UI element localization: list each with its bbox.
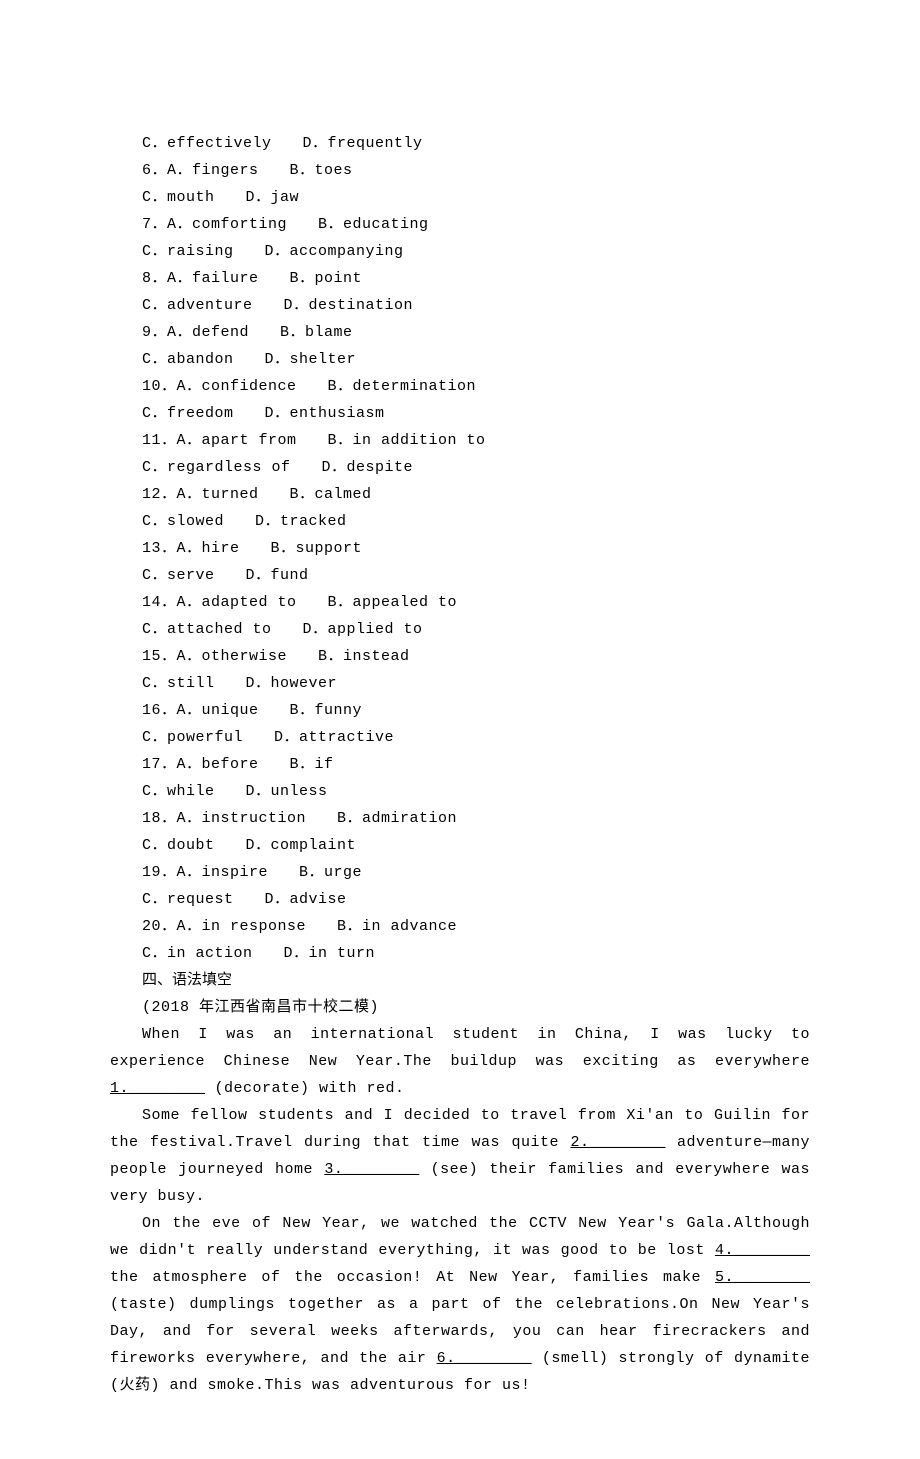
question-14-row2: C．attached to D．applied to (110, 616, 810, 643)
question-number: 14． (142, 594, 177, 611)
option-text: A．failure B．point (167, 270, 362, 287)
question-13-row1: 13．A．hire B．support (110, 535, 810, 562)
option-text: A．in response B．in advance (177, 918, 458, 935)
question-9-row2: C．abandon D．shelter (110, 346, 810, 373)
option-text: A．instruction B．admiration (177, 810, 458, 827)
question-15-row1: 15．A．otherwise B．instead (110, 643, 810, 670)
option-text: A．adapted to B．appealed to (177, 594, 458, 611)
passage-text: the atmosphere of the occasion! At New Y… (110, 1269, 715, 1286)
passage-text: When I was an international student in C… (110, 1026, 810, 1070)
blank-2[interactable]: 2.________ (570, 1134, 665, 1151)
question-number: 13． (142, 540, 177, 557)
question-16-row1: 16．A．unique B．funny (110, 697, 810, 724)
question-11-row2: C．regardless of D．despite (110, 454, 810, 481)
question-6-row2: C．mouth D．jaw (110, 184, 810, 211)
question-17-row2: C．while D．unless (110, 778, 810, 805)
option-text: A．confidence B．determination (177, 378, 477, 395)
question-number: 19． (142, 864, 177, 881)
passage-text: On the eve of New Year, we watched the C… (110, 1215, 810, 1259)
option-text: A．otherwise B．instead (177, 648, 410, 665)
question-number: 6． (142, 162, 167, 179)
blank-6[interactable]: 6.________ (437, 1350, 532, 1367)
question-8-row2: C．adventure D．destination (110, 292, 810, 319)
option-text: A．hire B．support (177, 540, 363, 557)
question-number: 7． (142, 216, 167, 233)
option-text: A．defend B．blame (167, 324, 353, 341)
option-text: A．apart from B．in addition to (177, 432, 486, 449)
option-text: A．before B．if (177, 756, 334, 773)
question-20-row1: 20．A．in response B．in advance (110, 913, 810, 940)
question-number: 8． (142, 270, 167, 287)
question-12-row1: 12．A．turned B．calmed (110, 481, 810, 508)
passage-paragraph-1: When I was an international student in C… (110, 1021, 810, 1102)
question-19-row1: 19．A．inspire B．urge (110, 859, 810, 886)
question-number: 20． (142, 918, 177, 935)
question-14-row1: 14．A．adapted to B．appealed to (110, 589, 810, 616)
blank-5[interactable]: 5.________ (715, 1269, 810, 1286)
question-7-row1: 7．A．comforting B．educating (110, 211, 810, 238)
question-11-row1: 11．A．apart from B．in addition to (110, 427, 810, 454)
blank-1[interactable]: 1.________ (110, 1080, 205, 1097)
option-text: A．comforting B．educating (167, 216, 429, 233)
section-heading-grammar-fill: 四、语法填空 (110, 967, 810, 994)
question-number: 16． (142, 702, 177, 719)
question-18-row1: 18．A．instruction B．admiration (110, 805, 810, 832)
question-number: 15． (142, 648, 177, 665)
question-18-row2: C．doubt D．complaint (110, 832, 810, 859)
question-13-row2: C．serve D．fund (110, 562, 810, 589)
passage-text: (decorate) with red. (205, 1080, 405, 1097)
option-text: A．turned B．calmed (177, 486, 372, 503)
blank-3[interactable]: 3.________ (324, 1161, 419, 1178)
option-line: C．effectively D．frequently (110, 130, 810, 157)
question-9-row1: 9．A．defend B．blame (110, 319, 810, 346)
document-page: C．effectively D．frequently 6．A．fingers B… (0, 0, 920, 1459)
source-citation: (2018 年江西省南昌市十校二模) (110, 994, 810, 1021)
passage-paragraph-2: Some fellow students and I decided to tr… (110, 1102, 810, 1210)
option-text: A．fingers B．toes (167, 162, 353, 179)
question-8-row1: 8．A．failure B．point (110, 265, 810, 292)
question-number: 10． (142, 378, 177, 395)
question-number: 18． (142, 810, 177, 827)
question-12-row2: C．slowed D．tracked (110, 508, 810, 535)
question-19-row2: C．request D．advise (110, 886, 810, 913)
question-number: 17． (142, 756, 177, 773)
question-15-row2: C．still D．however (110, 670, 810, 697)
option-text: A．inspire B．urge (177, 864, 363, 881)
question-20-row2: C．in action D．in turn (110, 940, 810, 967)
question-number: 9． (142, 324, 167, 341)
blank-4[interactable]: 4.________ (715, 1242, 810, 1259)
passage-paragraph-3: On the eve of New Year, we watched the C… (110, 1210, 810, 1399)
question-10-row2: C．freedom D．enthusiasm (110, 400, 810, 427)
question-7-row2: C．raising D．accompanying (110, 238, 810, 265)
option-text: A．unique B．funny (177, 702, 363, 719)
question-17-row1: 17．A．before B．if (110, 751, 810, 778)
question-number: 11． (142, 432, 177, 449)
question-number: 12． (142, 486, 177, 503)
question-10-row1: 10．A．confidence B．determination (110, 373, 810, 400)
question-16-row2: C．powerful D．attractive (110, 724, 810, 751)
question-6-row1: 6．A．fingers B．toes (110, 157, 810, 184)
